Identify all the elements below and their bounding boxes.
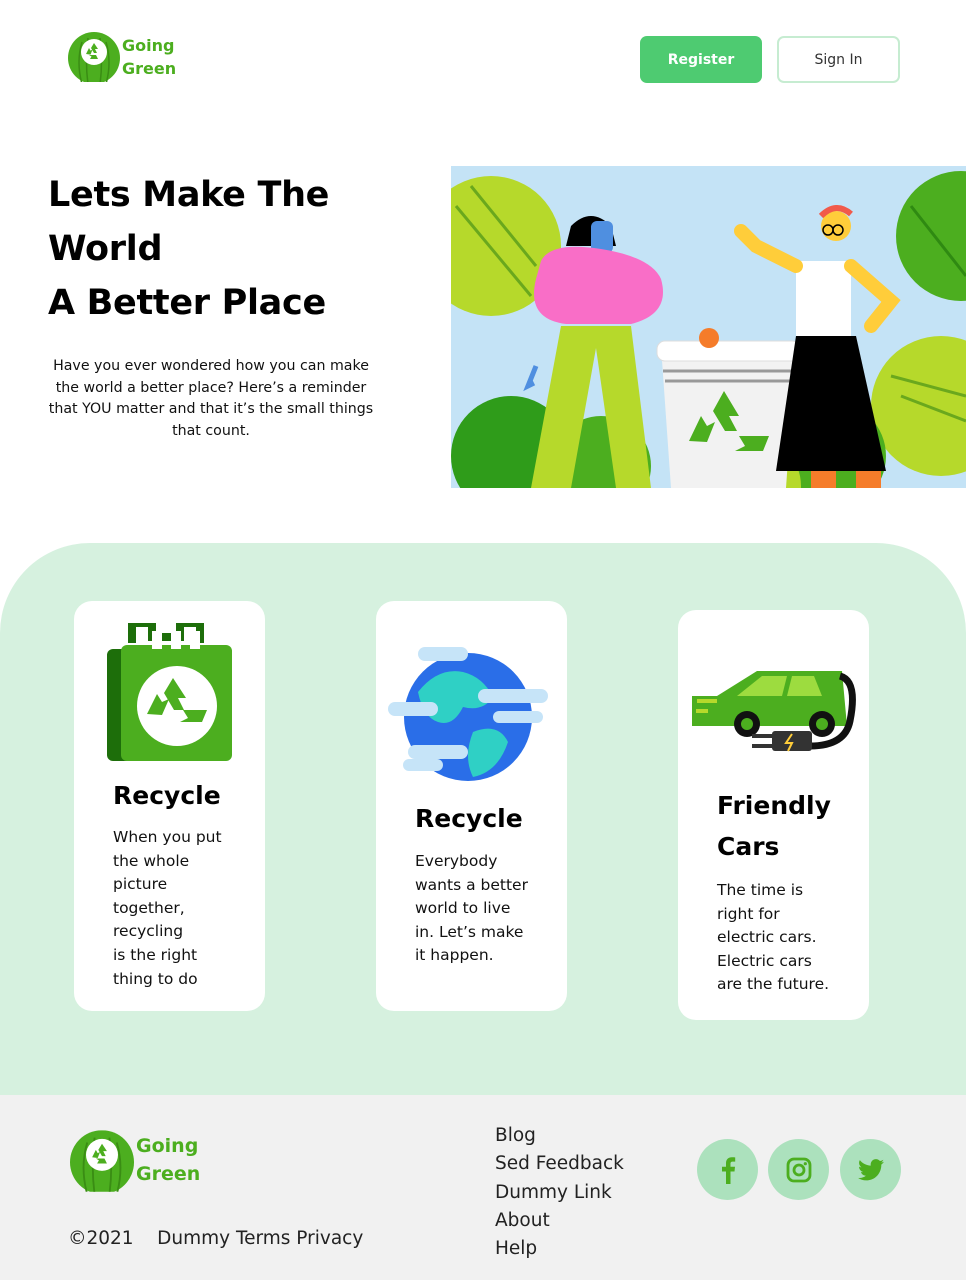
hero-description: Have you ever wondered how you can make …: [48, 358, 374, 440]
facebook-button[interactable]: [697, 1139, 758, 1200]
logo-line1: Going: [136, 1135, 199, 1158]
footer-link-help[interactable]: Help: [495, 1235, 624, 1263]
feature-title: Recycle: [415, 804, 523, 833]
twitter-icon: [857, 1158, 884, 1180]
footer-link-dummy[interactable]: Dummy Link: [495, 1179, 624, 1207]
hero-title-line3: A Better Place: [48, 283, 326, 323]
logo-text: Going Green: [122, 34, 176, 80]
hero-title-line1: Lets Make The: [48, 175, 330, 215]
footer-link-blog[interactable]: Blog: [495, 1122, 624, 1150]
hero-illustration: [451, 166, 966, 488]
hero-title-line2: World: [48, 229, 163, 269]
footer-link-about[interactable]: About: [495, 1207, 624, 1235]
globe-icon: [388, 647, 548, 781]
logo-line2: Green: [122, 59, 177, 78]
footer-logo[interactable]: Going Green: [70, 1130, 200, 1192]
logo-text: Going Green: [136, 1133, 200, 1188]
sign-in-button[interactable]: Sign In: [777, 36, 900, 83]
feature-title: Friendly Cars: [717, 785, 831, 867]
facebook-icon: [721, 1156, 735, 1184]
feature-text: The time is right for electric cars. Ele…: [717, 881, 830, 994]
footer-links: Blog Sed Feedback Dummy Link About Help: [495, 1122, 624, 1263]
electric-car-icon: [692, 671, 856, 752]
logo-icon: [70, 1130, 134, 1192]
feature-card-cars: Friendly Cars The time is right for elec…: [678, 610, 869, 1020]
feature-card-world: Recycle Everybody wants a better world t…: [376, 601, 567, 1011]
register-button[interactable]: Register: [640, 36, 762, 83]
feature-title-line1: Friendly: [717, 791, 831, 820]
feature-text: Everybody wants a better world to live i…: [415, 852, 528, 965]
logo-line1: Going: [122, 35, 175, 55]
footer-link-feedback[interactable]: Sed Feedback: [495, 1150, 624, 1178]
recycle-bag-icon: [107, 623, 232, 761]
logo-icon: [68, 32, 120, 82]
instagram-icon: [786, 1157, 811, 1182]
logo-line2: Green: [136, 1163, 201, 1185]
footer-copyright: ©2021 Dummy Terms Privacy: [68, 1228, 364, 1249]
hero-title: Lets Make The World A Better Place: [48, 168, 428, 330]
header-logo[interactable]: Going Green: [68, 32, 176, 82]
feature-title-line2: Cars: [717, 832, 780, 861]
feature-card-recycle: Recycle When you put the whole picture t…: [74, 601, 265, 1011]
instagram-button[interactable]: [768, 1139, 829, 1200]
feature-text: When you put the whole picture together,…: [113, 828, 222, 988]
feature-title: Recycle: [113, 781, 221, 810]
twitter-button[interactable]: [840, 1139, 901, 1200]
